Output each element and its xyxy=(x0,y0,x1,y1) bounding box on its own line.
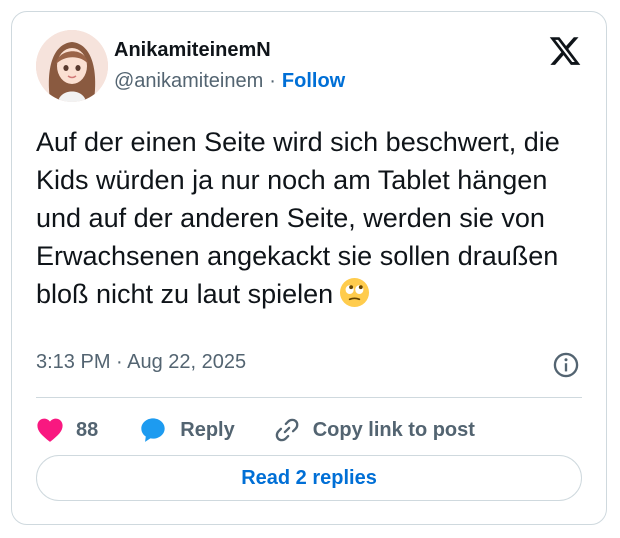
x-logo-icon[interactable] xyxy=(548,34,582,68)
face-with-rolling-eyes-emoji-icon xyxy=(339,277,370,308)
follow-button[interactable]: Follow xyxy=(282,70,345,93)
info-icon[interactable] xyxy=(552,351,580,379)
author-handle[interactable]: @anikamiteinem xyxy=(114,70,263,93)
copy-link-button[interactable]: Copy link to post xyxy=(273,416,475,444)
like-count: 88 xyxy=(76,418,99,441)
separator-dot: · xyxy=(269,70,276,92)
action-bar: 88 Reply Copy link to post xyxy=(36,408,475,452)
reply-bubble-icon xyxy=(138,416,168,444)
reply-label: Reply xyxy=(180,418,235,441)
link-icon xyxy=(273,416,301,444)
author-display-name[interactable]: AnikamiteinemN xyxy=(114,39,271,62)
divider xyxy=(36,397,582,398)
author-avatar[interactable] xyxy=(36,30,108,102)
post-text: Auf der einen Seite wird sich beschwert,… xyxy=(36,127,560,309)
post-text-block: Auf der einen Seite wird sich beschwert,… xyxy=(36,123,586,313)
heart-icon xyxy=(36,417,64,443)
reply-button[interactable]: Reply xyxy=(138,416,235,444)
post-card: AnikamiteinemN @anikamiteinem · Follow A… xyxy=(11,11,607,525)
copy-link-label: Copy link to post xyxy=(312,418,475,441)
like-button[interactable]: 88 xyxy=(36,417,98,443)
post-timestamp[interactable]: 3:13 PM · Aug 22, 2025 xyxy=(36,351,246,374)
read-replies-button[interactable]: Read 2 replies xyxy=(36,455,582,501)
read-replies-label: Read 2 replies xyxy=(241,466,377,489)
author-handle-row: @anikamiteinem · Follow xyxy=(114,70,345,93)
